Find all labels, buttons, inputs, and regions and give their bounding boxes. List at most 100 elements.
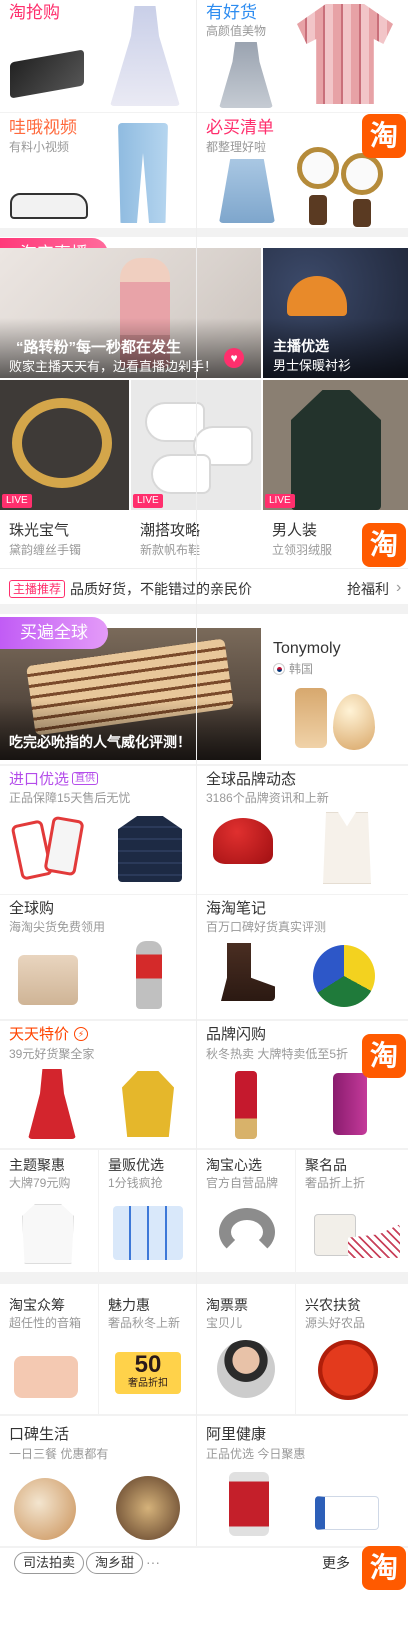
live-side-subtitle: 男士保暖衬衫 <box>273 358 352 373</box>
volleyball-image <box>313 945 375 1007</box>
cell-title: 魅力惠 <box>108 1297 150 1313</box>
mini-cell-luxury[interactable]: 聚名品 奢品折上折 <box>296 1150 408 1272</box>
live-banner-title: “路转粉”每一秒都在发生 <box>16 339 182 356</box>
item-subtitle: 新款帆布鞋 <box>140 543 201 557</box>
taobao-logo-icon[interactable]: 淘 <box>362 1034 406 1078</box>
global-section-header[interactable]: 买遍全球 <box>0 617 108 649</box>
supplement-bottle-image <box>229 1472 269 1536</box>
crayfish-image <box>318 1340 378 1400</box>
mini-cell-bulk[interactable]: 量贩优选 1分钱疯抢 <box>99 1150 196 1272</box>
cell-title: 有好货 <box>206 3 257 22</box>
grid-cell-ali-health[interactable]: 阿里健康 正品优选 今日聚惠 <box>197 1416 408 1546</box>
red-hat-image <box>213 818 273 864</box>
live-side-banner[interactable]: 主播优选 男士保暖衬衫 <box>263 248 408 378</box>
item-subtitle: 黛韵缠丝手镯 <box>9 543 82 557</box>
yellow-hoodie-image <box>122 1071 174 1137</box>
taobao-logo-icon[interactable]: 淘 <box>362 1546 406 1590</box>
cell-subtitle: 宝贝儿 <box>206 1316 243 1330</box>
item-title: 珠光宝气 <box>9 522 70 539</box>
host-recommend-tag: 主播推荐 <box>9 580 66 598</box>
item-title: 潮搭攻略 <box>140 522 201 539</box>
mini-cell-agriculture[interactable]: 兴农扶贫 源头好农品 <box>296 1284 408 1414</box>
grid-cell-global-buy[interactable]: 全球购 海淘尖货免费领用 <box>0 895 196 1019</box>
cell-title: 淘票票 <box>206 1297 248 1313</box>
lightning-icon: ⚡ <box>74 1027 88 1041</box>
mini-cell-xinxuan[interactable]: 淘宝心选 官方自营品牌 <box>197 1150 295 1272</box>
cell-title: 进口优选 <box>9 771 70 788</box>
grid-cell-import[interactable]: 进口优选 直供 正品保障15天售后无忧 <box>0 766 196 894</box>
cell-title: 聚名品 <box>305 1157 347 1173</box>
promo-link[interactable]: 抢福利 <box>347 580 389 598</box>
chip-taoxiangtian[interactable]: 淘乡甜 <box>86 1552 144 1574</box>
cosmetic-bottle-image <box>295 688 327 748</box>
live-item-jacket[interactable]: LIVE <box>263 380 408 510</box>
live-badge: LIVE <box>265 494 295 508</box>
white-top-image <box>323 812 371 884</box>
cell-title: 兴农扶贫 <box>305 1297 361 1313</box>
taobao-logo-icon[interactable]: 淘 <box>362 114 406 158</box>
watch-strap-image <box>353 199 371 227</box>
live-item-label-bracelet[interactable]: 珠光宝气 黛韵缠丝手镯 <box>0 512 129 562</box>
mini-cell-movie-tickets[interactable]: 淘票票 宝贝儿 <box>197 1284 295 1414</box>
cell-subtitle: 超任性的音箱 <box>9 1316 82 1330</box>
cell-subtitle: 正品保障15天售后无忧 <box>9 791 131 805</box>
cell-subtitle: 秋冬热卖 大牌特卖低至5折 <box>206 1047 349 1061</box>
mini-cell-theme[interactable]: 主题聚惠 大牌79元购 <box>0 1150 98 1272</box>
speaker-image <box>14 1356 78 1398</box>
cell-subtitle: 海淘尖货免费领用 <box>9 920 106 934</box>
cell-title: 全球购 <box>9 900 55 917</box>
mini-cell-crowdfunding[interactable]: 淘宝众筹 超任性的音箱 <box>0 1284 98 1414</box>
live-badge: LIVE <box>133 494 163 508</box>
coupon-value: 50 <box>134 1351 162 1378</box>
cell-subtitle: 都整理好啦 <box>206 140 267 154</box>
bb-cream-image <box>235 1071 257 1139</box>
cell-title: 品牌闪购 <box>206 1026 267 1043</box>
live-banner[interactable]: “路转粉”每一秒都在发生 败家主播天天有，边看直播边剁手！ ♥ <box>0 248 261 378</box>
live-side-title: 主播优选 <box>273 338 329 354</box>
cell-subtitle: 1分钱疯抢 <box>108 1176 163 1190</box>
heart-icon[interactable]: ♥ <box>224 348 244 368</box>
cell-title: 必买清单 <box>206 118 274 137</box>
cell-title: 淘抢购 <box>9 3 60 22</box>
chevron-right-icon[interactable]: › <box>396 579 401 597</box>
grid-cell-video[interactable]: 哇哦视频 有料小视频 <box>0 113 196 228</box>
lolita-dress-image <box>110 6 180 106</box>
medicine-box-image <box>315 1496 379 1530</box>
divider <box>196 0 197 1546</box>
cell-title: 天天特价 <box>9 1026 70 1043</box>
grid-cell-koubei[interactable]: 口碑生活 一日三餐 优惠都有 <box>0 1416 196 1546</box>
direct-supply-badge: 直供 <box>72 772 98 785</box>
shirt-collar-image <box>287 276 347 316</box>
cell-subtitle: 大牌79元购 <box>9 1176 71 1190</box>
watch-image <box>297 147 339 189</box>
more-dots-icon[interactable]: ··· <box>146 1553 160 1571</box>
live-item-bracelet[interactable]: LIVE <box>0 380 129 510</box>
denim-skirt-image <box>219 159 275 223</box>
more-link[interactable]: 更多 <box>322 1554 350 1572</box>
grid-cell-youhaohuo[interactable]: 有好货 高颜值美物 <box>197 0 408 112</box>
taobao-logo-icon[interactable]: 淘 <box>362 523 406 567</box>
cell-subtitle: 高颜值美物 <box>206 24 267 38</box>
cell-subtitle: 正品优选 今日聚惠 <box>206 1447 306 1461</box>
boot-image <box>221 943 275 1001</box>
cell-subtitle: 39元好货聚全家 <box>9 1047 95 1061</box>
cell-subtitle: 3186个品牌资讯和上新 <box>206 791 329 805</box>
grid-cell-taoqianggou[interactable]: 淘抢购 <box>0 0 196 112</box>
cell-title: 淘宝心选 <box>206 1157 262 1173</box>
ultraman-toy-image <box>136 941 162 1009</box>
cell-title: 哇哦视频 <box>9 118 77 137</box>
global-brand-card[interactable]: Tonymoly 韩国 <box>263 628 408 760</box>
grey-dress-image <box>219 42 273 108</box>
coupon-image[interactable]: 50 奢品折扣 <box>115 1352 181 1394</box>
mini-cell-meilihui[interactable]: 魅力惠 奢品秋冬上新 50 奢品折扣 <box>99 1284 196 1414</box>
grid-cell-haitao-notes[interactable]: 海淘笔记 百万口碑好货真实评测 <box>197 895 408 1019</box>
egg-cosmetic-image <box>333 694 375 750</box>
item-subtitle: 立领羽绒服 <box>272 543 333 557</box>
neck-pillow-image <box>219 1208 275 1256</box>
grid-cell-brand-news[interactable]: 全球品牌动态 3186个品牌资讯和上新 <box>197 766 408 894</box>
grid-cell-daily-deals[interactable]: 天天特价 ⚡ 39元好货聚全家 <box>0 1021 196 1148</box>
live-banner-subtitle: 败家主播天天有，边看直播边剁手！ <box>9 359 218 374</box>
coupon-text: 奢品折扣 <box>128 1378 168 1389</box>
movie-poster-image <box>217 1340 275 1398</box>
chip-judicial-auction[interactable]: 司法拍卖 <box>14 1552 85 1574</box>
